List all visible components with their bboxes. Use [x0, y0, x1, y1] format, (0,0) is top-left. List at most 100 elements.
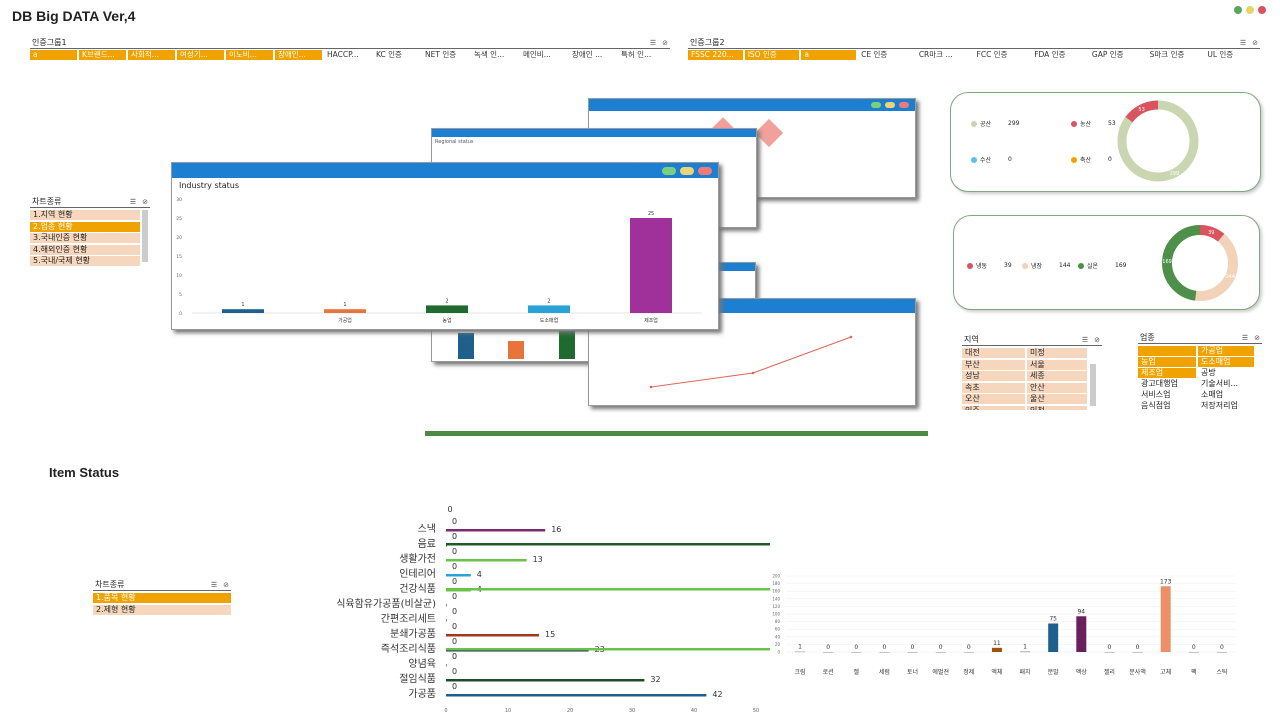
- cert-chip[interactable]: UL 인증: [1204, 50, 1260, 60]
- scrollbar[interactable]: [1090, 364, 1096, 406]
- cert-chip[interactable]: 장애인...: [275, 50, 322, 60]
- list-item[interactable]: 2.업종 현황: [30, 221, 140, 232]
- cert-chip[interactable]: 사회적...: [128, 50, 175, 60]
- region-item[interactable]: 인천: [1027, 405, 1087, 410]
- cert-group2-slicer: 인증그룹2 ☰ ⊘ FSSC 220... ISO 인증 a CE 인증 CR마크 ... F…: [688, 38, 1260, 61]
- y-tick-label: 60: [775, 627, 781, 632]
- cert-chip[interactable]: 특허 인...: [618, 50, 665, 60]
- multi-select-icon[interactable]: ☰: [211, 581, 217, 589]
- cert-chip[interactable]: CR마크 ...: [916, 50, 972, 60]
- industry-item[interactable]: 서비스업: [1138, 390, 1196, 400]
- data-label: 32: [650, 675, 660, 684]
- data-label: 0: [452, 622, 457, 631]
- region-slicer: 지역 ☰ ⊘ 대전 미정 부산 서울 성남 세종 속초 안산 오산 울산 인주 인천: [962, 335, 1102, 410]
- y-tick-label: 5: [179, 292, 182, 298]
- industry-item[interactable]: 도소매업: [1198, 357, 1254, 367]
- donut-chart-2: 39 144 169: [1162, 225, 1238, 301]
- cert-chip[interactable]: 장애인 ...: [569, 50, 616, 60]
- cert-chip[interactable]: KC 인증: [373, 50, 420, 60]
- region-item[interactable]: 대전: [962, 348, 1025, 358]
- data-label: 2: [547, 298, 550, 304]
- multi-select-icon[interactable]: ☰: [1082, 336, 1088, 344]
- yellow-dot-icon[interactable]: [885, 102, 895, 108]
- bar: [1048, 623, 1059, 652]
- industry-item[interactable]: 농업: [1138, 357, 1196, 367]
- cert-chip[interactable]: a: [30, 50, 77, 60]
- industry-item[interactable]: 공방: [1198, 368, 1254, 378]
- region-item[interactable]: 성남: [962, 371, 1025, 381]
- yellow-dot-icon[interactable]: [680, 166, 694, 175]
- region-item[interactable]: 부산: [962, 359, 1025, 370]
- list-item[interactable]: 5.국내/국제 현황: [30, 256, 140, 266]
- scrollbar[interactable]: [142, 210, 148, 262]
- list-item[interactable]: 4.해외인증 현황: [30, 244, 140, 255]
- list-item[interactable]: 2.제형 현황: [93, 604, 231, 615]
- list-item[interactable]: 1.품목 현황: [93, 593, 231, 603]
- clear-filter-icon[interactable]: ⊘: [1094, 336, 1100, 344]
- industry-item[interactable]: 음식점업: [1138, 401, 1196, 410]
- x-tick-label: 토너: [907, 668, 918, 676]
- cert-chip[interactable]: CE 인증: [858, 50, 914, 60]
- clear-filter-icon[interactable]: ⊘: [662, 39, 668, 47]
- multi-select-icon[interactable]: ☰: [130, 198, 136, 206]
- clear-filter-icon[interactable]: ⊘: [142, 198, 148, 206]
- industry-item[interactable]: 기술서비...: [1198, 379, 1254, 389]
- data-label: 15: [545, 630, 555, 639]
- y-tick-label: 180: [772, 581, 780, 586]
- industry-status-window[interactable]: Industry status 0 5 10 15 20 25 30 1 1 가공업 2 농업 2 도소매…: [171, 162, 719, 330]
- cert-chip[interactable]: 메인비...: [520, 50, 567, 60]
- cert-chip[interactable]: K브랜드...: [79, 50, 126, 60]
- yellow-dot-icon[interactable]: [1246, 6, 1254, 14]
- green-dot-icon[interactable]: [871, 102, 881, 108]
- clear-filter-icon[interactable]: ⊘: [1254, 334, 1260, 342]
- multi-select-icon[interactable]: ☰: [650, 39, 656, 47]
- cert-chip[interactable]: 이노비...: [226, 50, 273, 60]
- region-item[interactable]: 울산: [1027, 394, 1087, 404]
- clear-filter-icon[interactable]: ⊘: [223, 581, 229, 589]
- industry-item[interactable]: 광고대행업: [1138, 379, 1196, 389]
- x-tick-label: 20: [567, 708, 573, 714]
- slice-label: 299: [1170, 171, 1180, 177]
- data-label: 0: [1136, 644, 1140, 651]
- clear-filter-icon[interactable]: ⊘: [1252, 39, 1258, 47]
- region-item[interactable]: 미정: [1027, 348, 1087, 358]
- slice-label: 144: [1225, 274, 1235, 280]
- cert-chip[interactable]: FSSC 220...: [688, 50, 743, 60]
- cert-chip[interactable]: 여성기...: [177, 50, 224, 60]
- region-item[interactable]: 안산: [1027, 382, 1087, 393]
- cert-chip[interactable]: NET 인증: [422, 50, 469, 60]
- cert-group2-label: 인증그룹2: [690, 38, 725, 47]
- item-status-title: Item Status: [49, 465, 120, 480]
- multi-select-icon[interactable]: ☰: [1240, 39, 1246, 47]
- list-item[interactable]: 3.국내인증 현황: [30, 233, 140, 243]
- region-item[interactable]: 속초: [962, 382, 1025, 393]
- cert-chip[interactable]: FDA 인증: [1031, 50, 1087, 60]
- red-dot-icon[interactable]: [899, 102, 909, 108]
- multi-select-icon[interactable]: ☰: [1242, 334, 1248, 342]
- region-item[interactable]: 인주: [962, 405, 1025, 410]
- cert-chip[interactable]: a: [801, 50, 857, 60]
- red-dot-icon[interactable]: [1258, 6, 1266, 14]
- region-item[interactable]: 서울: [1027, 359, 1087, 370]
- industry-item[interactable]: 가공업: [1198, 346, 1254, 356]
- red-dot-icon[interactable]: [698, 166, 712, 175]
- slice-label: 169: [1162, 259, 1172, 265]
- bar: [446, 604, 447, 607]
- industry-item[interactable]: 소매업: [1198, 390, 1254, 400]
- y-tick-label: 분쇄가공품: [390, 628, 436, 640]
- cert-chip[interactable]: FCC 인증: [974, 50, 1030, 60]
- region-item[interactable]: 오산: [962, 394, 1025, 404]
- industry-item[interactable]: 제조업: [1138, 368, 1196, 378]
- cert-chip[interactable]: HACCP...: [324, 50, 371, 60]
- green-dot-icon[interactable]: [662, 166, 676, 175]
- industry-item[interactable]: 저장저리업: [1198, 401, 1254, 410]
- cert-chip[interactable]: GAP 인증: [1089, 50, 1145, 60]
- x-tick-label: 도소매업: [540, 317, 558, 324]
- industry-item[interactable]: [1138, 346, 1196, 356]
- cert-chip[interactable]: ISO 인증: [744, 50, 800, 60]
- green-dot-icon[interactable]: [1234, 6, 1242, 14]
- region-item[interactable]: 세종: [1027, 371, 1087, 381]
- list-item[interactable]: 1.지역 현황: [30, 210, 140, 220]
- cert-chip[interactable]: S마크 인증: [1147, 50, 1203, 60]
- cert-chip[interactable]: 녹색 인...: [471, 50, 518, 60]
